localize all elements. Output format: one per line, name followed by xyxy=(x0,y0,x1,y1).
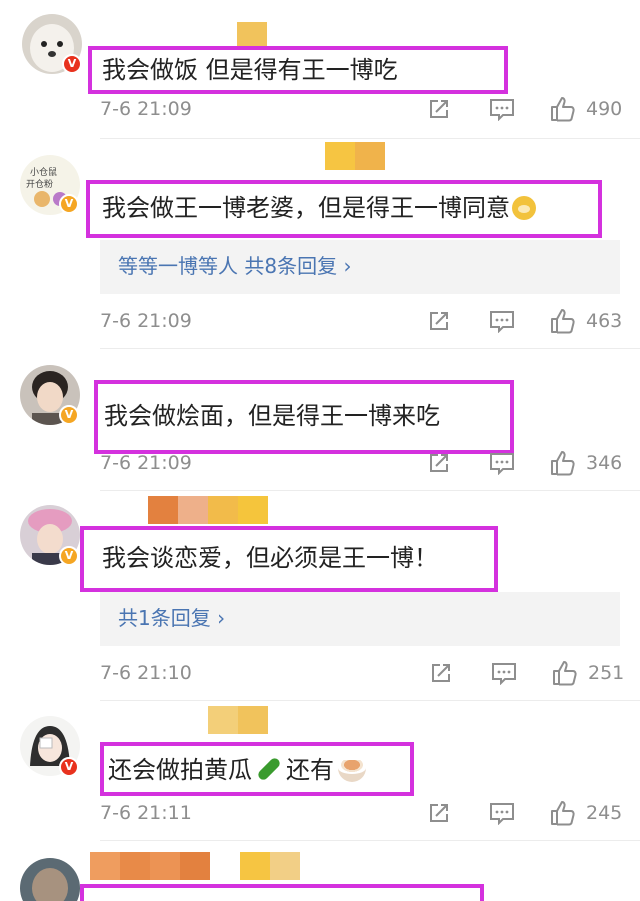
like-icon[interactable] xyxy=(549,449,577,477)
highlight-box xyxy=(80,884,484,901)
comment-icon[interactable] xyxy=(489,97,515,121)
verified-badge-icon: V xyxy=(62,54,82,74)
reply-link[interactable]: 共1条回复 › xyxy=(118,604,225,632)
like-icon[interactable] xyxy=(551,659,579,687)
verified-badge-icon: V xyxy=(59,546,79,566)
like-count: 251 xyxy=(588,662,625,684)
divider xyxy=(100,840,640,841)
like-icon[interactable] xyxy=(549,95,577,123)
like-count: 463 xyxy=(586,310,623,332)
comment-text-content: 我会做王一博老婆，但是得王一博同意 xyxy=(102,194,510,222)
comment-icon[interactable] xyxy=(489,451,515,475)
username-redacted[interactable] xyxy=(148,496,268,524)
doge-emoji-icon xyxy=(512,196,536,220)
share-icon[interactable] xyxy=(427,97,451,121)
divider xyxy=(100,490,640,491)
verified-badge-icon: V xyxy=(59,757,79,777)
svg-text:开仓粉: 开仓粉 xyxy=(26,178,53,190)
comment-text: 我会做王一博老婆，但是得王一博同意 xyxy=(102,192,536,224)
comment-text: 我会谈恋爱，但必须是王一博！ xyxy=(102,544,438,572)
comment-icon[interactable] xyxy=(489,801,515,825)
comment-time: 7-6 21:09 xyxy=(100,452,192,474)
username-redacted[interactable] xyxy=(208,706,268,734)
username-redacted[interactable] xyxy=(325,142,385,170)
comment-text: 我会做烩面，但是得王一博来吃 xyxy=(104,402,440,430)
comment-time: 7-6 21:10 xyxy=(100,662,192,684)
like-count: 245 xyxy=(586,802,623,824)
like-icon[interactable] xyxy=(549,799,577,827)
verified-badge-icon: V xyxy=(59,405,79,425)
reply-preview[interactable]: 共1条回复 › xyxy=(100,592,620,646)
comment-time: 7-6 21:09 xyxy=(100,98,192,120)
comment-text: 还会做拍黄瓜 还有 xyxy=(108,754,366,786)
share-icon[interactable] xyxy=(429,661,453,685)
divider xyxy=(100,700,640,701)
avatar[interactable] xyxy=(20,858,80,901)
cucumber-emoji-icon xyxy=(256,756,282,782)
noodle-bowl-emoji-icon xyxy=(338,760,366,782)
comment-text-part2: 还有 xyxy=(286,756,334,784)
like-icon[interactable] xyxy=(549,307,577,335)
comment-text: 我会做饭 但是得有王一博吃 xyxy=(102,56,398,84)
comment-time: 7-6 21:11 xyxy=(100,802,192,824)
share-icon[interactable] xyxy=(427,801,451,825)
comment-icon[interactable] xyxy=(491,661,517,685)
comment-text-part1: 还会做拍黄瓜 xyxy=(108,756,252,784)
reply-link[interactable]: 等等一博等人 共8条回复 › xyxy=(118,252,351,280)
comment-icon[interactable] xyxy=(489,309,515,333)
comment-time: 7-6 21:09 xyxy=(100,310,192,332)
verified-badge-icon: V xyxy=(59,194,79,214)
share-icon[interactable] xyxy=(427,309,451,333)
person-avatar-icon xyxy=(20,858,80,901)
reply-preview[interactable]: 等等一博等人 共8条回复 › xyxy=(100,240,620,294)
divider xyxy=(100,138,640,139)
username-redacted[interactable] xyxy=(90,852,300,880)
share-icon[interactable] xyxy=(427,451,451,475)
like-count: 346 xyxy=(586,452,623,474)
divider xyxy=(100,348,640,349)
like-count: 490 xyxy=(586,98,623,120)
svg-text:小仓鼠: 小仓鼠 xyxy=(30,166,57,178)
